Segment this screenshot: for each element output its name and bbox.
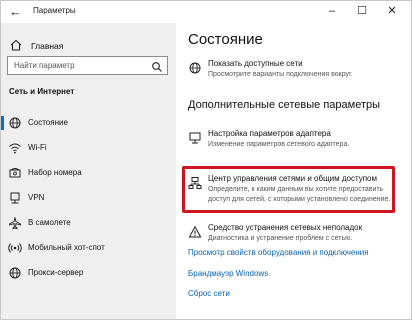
maximize-button[interactable]: ☐ xyxy=(347,1,377,21)
search-icon[interactable] xyxy=(151,60,163,72)
window-title: Параметры xyxy=(33,6,76,15)
settings-window: ← Параметры – ☐ ✕ Главная Найти параметр… xyxy=(0,0,412,320)
sidebar-item-home[interactable]: Главная xyxy=(1,35,176,57)
hotspot-icon xyxy=(8,241,22,255)
troubleshoot-item[interactable]: Средство устранения сетевых неполадок Ди… xyxy=(184,223,409,247)
highlight-frame xyxy=(182,166,395,213)
home-icon xyxy=(9,38,23,52)
title-bar: ← Параметры – ☐ ✕ xyxy=(1,1,411,23)
troubleshoot-title: Средство устранения сетевых неполадок xyxy=(208,223,363,232)
adapter-title: Настройка параметров адаптера xyxy=(208,129,331,138)
section-title: Сеть и Интернет xyxy=(9,87,75,96)
sidebar-item-wifi[interactable]: Wi-Fi xyxy=(1,136,176,160)
advanced-heading: Дополнительные сетевые параметры xyxy=(188,99,381,111)
page-title: Состояние xyxy=(188,31,263,48)
airplane-icon xyxy=(8,216,22,230)
troubleshoot-desc: Диагностика и устранение проблем с сетью… xyxy=(208,235,353,242)
sidebar-item-dialup[interactable]: Набор номера xyxy=(1,161,176,185)
search-placeholder: Найти параметр xyxy=(14,61,75,70)
sidebar-item-proxy[interactable]: Прокси-сервер xyxy=(1,261,176,285)
sidebar-item-hotspot[interactable]: Мобильный хот-спот xyxy=(1,236,176,260)
sidebar-item-label: Набор номера xyxy=(28,168,82,177)
globe-icon xyxy=(188,61,202,75)
sidebar-item-label: VPN xyxy=(28,193,45,202)
show-networks-item[interactable]: Показать доступные сети Просмотрите вари… xyxy=(184,59,409,81)
network-reset-link[interactable]: Сброс сети xyxy=(188,289,230,298)
show-networks-desc: Просмотрите варианты подключения вокруг. xyxy=(208,71,353,78)
wifi-icon xyxy=(8,141,22,155)
adapter-icon xyxy=(188,131,202,145)
sidebar-item-label: Мобильный хот-спот xyxy=(28,243,105,252)
adapter-desc: Изменение параметров сетевого адаптера. xyxy=(208,141,350,148)
minimize-button[interactable]: – xyxy=(317,1,347,21)
sidebar-item-airplane[interactable]: В самолете xyxy=(1,211,176,235)
globe-icon xyxy=(8,116,22,130)
sidebar-home-label: Главная xyxy=(31,41,64,51)
main-content: Состояние Показать доступные сети Просмо… xyxy=(176,23,411,319)
firewall-link[interactable]: Брандмауэр Windows xyxy=(188,269,268,278)
hardware-properties-link[interactable]: Просмотр свойств оборудования и подключе… xyxy=(188,248,369,257)
vpn-icon xyxy=(8,191,22,205)
close-button[interactable]: ✕ xyxy=(377,1,407,21)
adapter-settings-item[interactable]: Настройка параметров адаптера Изменение … xyxy=(184,129,409,153)
sidebar-item-label: В самолете xyxy=(28,218,71,227)
sidebar-item-vpn[interactable]: VPN xyxy=(1,186,176,210)
search-input[interactable]: Найти параметр xyxy=(7,56,168,75)
sidebar-item-label: Прокси-сервер xyxy=(28,268,84,277)
phone-icon xyxy=(8,166,22,180)
sidebar-item-label: Состояние xyxy=(28,118,68,127)
globe-icon xyxy=(8,266,22,280)
warning-icon xyxy=(188,225,202,239)
show-networks-title: Показать доступные сети xyxy=(208,59,303,68)
back-arrow-icon[interactable]: ← xyxy=(9,5,23,19)
sidebar-item-label: Wi-Fi xyxy=(28,143,47,152)
sidebar: Главная Найти параметр Сеть и Интернет С… xyxy=(1,23,176,319)
sidebar-item-status[interactable]: Состояние xyxy=(1,111,176,135)
